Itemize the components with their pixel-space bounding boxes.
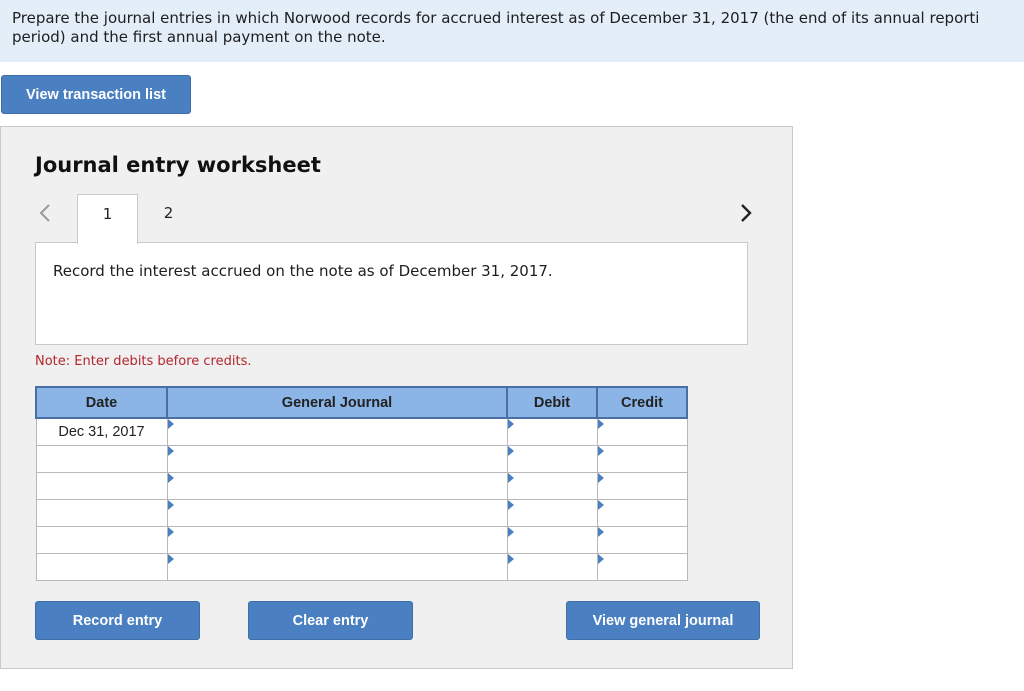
question-text-line-2: period) and the first annual payment on … (12, 28, 386, 46)
worksheet-title: Journal entry worksheet (35, 153, 321, 177)
table-row (35, 552, 688, 581)
debit-input[interactable] (506, 552, 598, 581)
table-row (35, 471, 688, 500)
table-row (35, 444, 688, 473)
debit-input[interactable] (506, 417, 598, 446)
credit-input[interactable] (596, 417, 688, 446)
previous-arrow-icon[interactable] (38, 202, 52, 224)
next-arrow-icon[interactable] (739, 202, 753, 224)
account-input[interactable] (166, 417, 508, 446)
debit-input[interactable] (506, 525, 598, 554)
tab-entry-1[interactable]: 1 (77, 194, 138, 244)
instruction-text: Record the interest accrued on the note … (53, 262, 553, 280)
date-cell[interactable] (35, 525, 168, 554)
journal-entry-table: Date General Journal Debit Credit Dec 31… (35, 386, 688, 581)
date-cell[interactable] (35, 471, 168, 500)
table-row (35, 525, 688, 554)
date-cell[interactable]: Dec 31, 2017 (35, 417, 168, 446)
credit-input[interactable] (596, 498, 688, 527)
record-entry-button[interactable]: Record entry (35, 601, 200, 640)
column-header-credit: Credit (596, 386, 688, 419)
question-text-line-1: Prepare the journal entries in which Nor… (12, 9, 980, 27)
account-input[interactable] (166, 525, 508, 554)
column-header-general-journal: General Journal (166, 386, 508, 419)
view-transaction-list-button[interactable]: View transaction list (1, 75, 191, 114)
credit-input[interactable] (596, 525, 688, 554)
account-input[interactable] (166, 471, 508, 500)
view-general-journal-button[interactable]: View general journal (566, 601, 760, 640)
column-header-debit: Debit (506, 386, 598, 419)
account-input[interactable] (166, 498, 508, 527)
account-input[interactable] (166, 552, 508, 581)
column-header-date: Date (35, 386, 168, 419)
tab-entry-2[interactable]: 2 (138, 194, 199, 243)
debit-input[interactable] (506, 471, 598, 500)
account-input[interactable] (166, 444, 508, 473)
clear-entry-button[interactable]: Clear entry (248, 601, 413, 640)
entry-instruction: Record the interest accrued on the note … (35, 242, 748, 345)
credit-input[interactable] (596, 471, 688, 500)
debit-input[interactable] (506, 444, 598, 473)
question-banner: Prepare the journal entries in which Nor… (0, 0, 1024, 62)
date-cell[interactable] (35, 552, 168, 581)
debit-credit-note: Note: Enter debits before credits. (35, 354, 252, 369)
journal-entry-worksheet-panel: Journal entry worksheet 1 2 Record the i… (0, 126, 793, 669)
date-cell[interactable] (35, 498, 168, 527)
debit-input[interactable] (506, 498, 598, 527)
credit-input[interactable] (596, 552, 688, 581)
table-row (35, 498, 688, 527)
credit-input[interactable] (596, 444, 688, 473)
date-cell[interactable] (35, 444, 168, 473)
table-row: Dec 31, 2017 (35, 417, 688, 446)
